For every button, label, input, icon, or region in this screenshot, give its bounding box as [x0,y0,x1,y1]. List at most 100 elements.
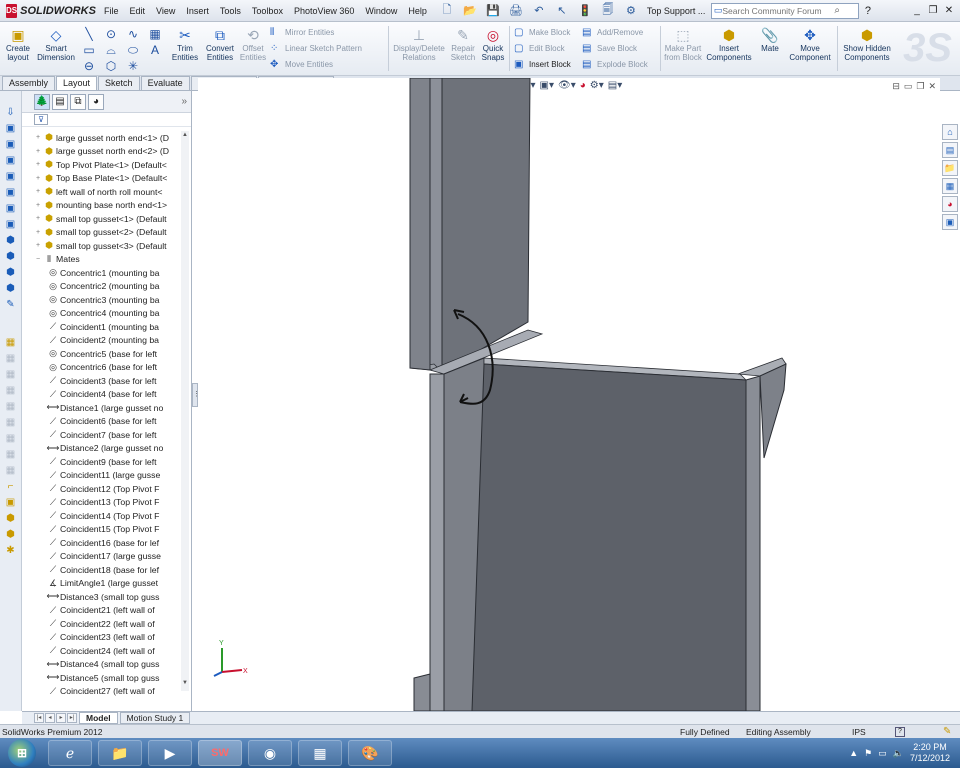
solidworks-resources-icon[interactable]: ⌂ [942,124,958,140]
tree-item-mate[interactable]: ⟋ Coincident6 (base for left [22,415,182,429]
tree-item-mate[interactable]: ⟋ Coincident22 (left wall of [22,617,182,631]
search-input[interactable] [722,5,835,16]
tree-item-mate[interactable]: ⟋ Coincident18 (base for lef [22,563,182,577]
start-button-icon[interactable]: ⊞ [8,739,36,767]
left-wall-edge[interactable] [429,373,445,711]
help-icon[interactable]: ? [865,5,871,17]
expand-toggle-icon[interactable]: + [34,161,42,168]
tree-item-component[interactable]: + ⬢ small top gusset<3> (Default [22,239,182,253]
quick-snaps-button[interactable]: ◎ Quick Snaps [479,22,507,75]
convert-entities-button[interactable]: ⧉ Convert Entities [202,22,238,75]
save-icon[interactable]: 💾 [483,3,503,19]
tab-layout[interactable]: Layout [56,76,98,90]
point-icon[interactable]: ✳ [128,59,138,73]
tree-item-mate[interactable]: ⟋ Coincident13 (Top Pivot F [22,496,182,510]
menu-tools[interactable]: Tools [220,6,241,16]
model-tab-model[interactable]: Model [79,712,118,724]
outlook-taskbar-icon[interactable]: ◉ [248,740,292,766]
show-hidden-components-button[interactable]: ⬢ Show Hidden Components [840,22,894,75]
offset-entities-button[interactable]: ⟲ Offset Entities [238,22,268,75]
menu-help[interactable]: Help [408,6,427,16]
tree-item-mate[interactable]: ∡ LimitAngle1 (large gusset [22,577,182,591]
move-entities-button[interactable]: ✥ Move Entities [270,59,384,70]
tree-item-component[interactable]: + ⬢ left wall of north roll mount< [22,185,182,199]
shaded-cube-icon[interactable]: ⬢ [4,233,18,247]
shaded-cube-icon[interactable]: ⬢ [4,281,18,295]
model-graphics[interactable]: Y X [198,78,940,711]
cube-view-icon[interactable]: ▣ [4,201,18,215]
right-gusset-face[interactable] [759,363,787,459]
menu-photoview-360[interactable]: PhotoView 360 [294,6,354,16]
menu-view[interactable]: View [156,6,175,16]
tree-item-mate[interactable]: ⟋ Coincident23 (left wall of [22,631,182,645]
cube-view-icon[interactable]: ▣ [4,169,18,183]
tree-item-mate[interactable]: ⟋ Coincident11 (large gusse [22,469,182,483]
tree-item-mate[interactable]: ⟋ Coincident3 (base for left [22,374,182,388]
sketch-tool-icon[interactable]: ⬢ [4,527,18,541]
rectangle-icon[interactable]: ▭ [83,43,94,57]
last-tab-icon[interactable]: ▸| [67,713,77,723]
sketch-tool-icon[interactable]: ⌐ [4,479,18,493]
print-icon[interactable]: 🖨 [506,3,526,19]
menu-window[interactable]: Window [365,6,397,16]
tree-item-component[interactable]: + ⬢ Top Base Plate<1> (Default< [22,172,182,186]
network-icon[interactable]: ▭ [878,748,887,759]
property-manager-tab-icon[interactable]: ▤ [52,93,68,110]
tray-expand-icon[interactable]: ▲ [849,748,858,758]
line-icon[interactable]: ╲ [85,27,92,41]
close-icon[interactable]: ✕ [942,4,956,18]
clock[interactable]: 2:20 PM 7/12/2012 [910,742,950,764]
expand-toggle-icon[interactable]: + [34,188,42,195]
ie-taskbar-icon[interactable]: ℯ [48,740,92,766]
ellipse-icon[interactable]: ⬭ [128,43,138,58]
menu-file[interactable]: File [104,6,119,16]
front-plate-side[interactable] [745,375,761,711]
tree-item-mate[interactable]: ⟋ Coincident15 (Top Pivot F [22,523,182,537]
upper-plate-edge[interactable] [429,78,443,373]
polygon-icon[interactable]: ⬡ [106,59,116,73]
view-palette-icon[interactable]: ▦ [942,178,958,194]
first-tab-icon[interactable]: |◂ [34,713,44,723]
tree-item-mate[interactable]: ⟋ Coincident12 (Top Pivot F [22,482,182,496]
scroll-up-icon[interactable]: ▲ [181,131,189,139]
tree-item-component[interactable]: + ⬢ small top gusset<1> (Default [22,212,182,226]
mate-button[interactable]: 📎 Mate [755,22,785,75]
tree-item-mate[interactable]: ◎ Concentric4 (mounting ba [22,307,182,321]
pin-icon[interactable]: ⇩ [4,105,18,119]
prev-tab-icon[interactable]: ◂ [45,713,55,723]
save-block-button[interactable]: ▤ Save Block [582,43,656,54]
expand-toggle-icon[interactable]: + [34,175,42,182]
options-icon[interactable]: ⚙ [621,3,641,19]
tree-item-mate[interactable]: ◎ Concentric3 (mounting ba [22,293,182,307]
file-explorer-icon[interactable]: 📁 [942,160,958,176]
undo-icon[interactable]: ↶ [529,3,549,19]
tree-item-mate[interactable]: ⟋ Coincident14 (Top Pivot F [22,509,182,523]
cube-view-icon[interactable]: ▣ [4,185,18,199]
tree-item-mate[interactable]: ⟋ Coincident21 (left wall of [22,604,182,618]
tree-item-mate[interactable]: ⟋ Coincident24 (left wall of [22,644,182,658]
tree-item-component[interactable]: + ⬢ mounting base north end<1> [22,199,182,213]
feature-manager-tab-icon[interactable]: 🌲 [34,93,50,110]
expand-tabs-icon[interactable]: » [181,96,187,107]
action-center-icon[interactable]: ⚑ [864,748,872,759]
make-part-from-block-button[interactable]: ⬚ Make Part from Block [663,22,703,75]
text-icon[interactable]: A [151,43,159,57]
calculator-taskbar-icon[interactable]: ▦ [298,740,342,766]
model-tab-motion-study-1[interactable]: Motion Study 1 [119,712,191,724]
slot-icon[interactable]: ⊖ [84,59,94,73]
tree-item-component[interactable]: + ⬢ small top gusset<2> (Default [22,226,182,240]
tree-item-mate[interactable]: ⟋ Coincident4 (base for left [22,388,182,402]
next-tab-icon[interactable]: ▸ [56,713,66,723]
insert-block-button[interactable]: ▣ Insert Block [514,59,578,70]
tree-item-mate[interactable]: ⟋ Coincident17 (large gusse [22,550,182,564]
rebuild-icon[interactable]: 🚦 [575,3,595,19]
appearances-icon[interactable]: ◕ [942,196,958,212]
open-icon[interactable]: 📂 [460,3,480,19]
unit-system-button[interactable]: IPS [852,727,866,737]
tree-item-mate[interactable]: ◎ Concentric5 (base for left [22,347,182,361]
custom-properties-icon[interactable]: ▣ [942,214,958,230]
cube-view-icon[interactable]: ▣ [4,217,18,231]
circle-icon[interactable]: ⊙ [106,27,116,41]
cube-view-icon[interactable]: ▣ [4,137,18,151]
configuration-manager-tab-icon[interactable]: ⧉ [70,93,86,110]
